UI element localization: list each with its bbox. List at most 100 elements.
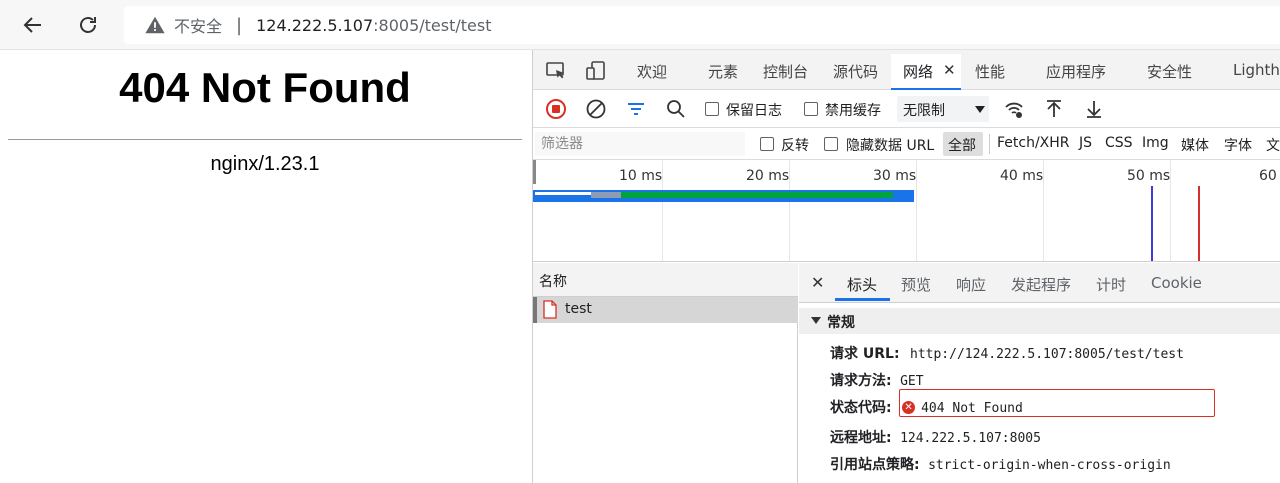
overview-handle[interactable] (533, 160, 536, 184)
close-detail-icon[interactable]: ✕ (811, 273, 824, 292)
request-detail: ✕ 标头 预览 响应 发起程序 计时 Cookie 常规 请求 URL: htt… (799, 263, 1280, 483)
type-filter-doc[interactable]: 文 (1266, 135, 1280, 155)
request-list-header[interactable]: 名称 (533, 263, 798, 297)
tab-timing[interactable]: 计时 (1096, 274, 1126, 295)
search-icon[interactable] (665, 98, 687, 120)
tick-label: 50 ms (1127, 168, 1171, 184)
error-status-icon: ✕ (902, 401, 916, 414)
detail-tab-strip: ✕ 标头 预览 响应 发起程序 计时 Cookie (799, 263, 1280, 303)
tab-response[interactable]: 响应 (956, 274, 986, 295)
request-url-label: 请求 URL: (830, 346, 900, 362)
tab-sources[interactable]: 源代码 (833, 61, 878, 82)
browser-toolbar: 不安全 | 124.222.5.107:8005/test/test (0, 0, 1280, 50)
security-label[interactable]: 不安全 (174, 13, 222, 37)
tab-headers[interactable]: 标头 (847, 274, 877, 295)
tab-cookie[interactable]: Cookie (1151, 274, 1202, 292)
tick-label: 10 ms (619, 168, 663, 184)
hide-data-urls-checkbox[interactable] (824, 137, 838, 151)
request-list: 名称 test (533, 263, 798, 483)
tab-network[interactable]: 网络 (903, 61, 933, 82)
reload-icon (80, 17, 96, 33)
invert-checkbox[interactable] (760, 137, 774, 151)
devtools-tab-strip: 欢迎 元素 控制台 源代码 网络 ✕ 性能 应用程序 安全性 Lighthous… (533, 50, 1280, 90)
type-filter-font[interactable]: 字体 (1224, 135, 1252, 155)
network-conditions-icon[interactable] (1003, 98, 1025, 120)
close-tab-icon[interactable]: ✕ (943, 61, 956, 79)
detail-active-underline (835, 298, 890, 301)
remote-address-label: 远程地址: (830, 430, 892, 446)
tick-label: 40 ms (1000, 168, 1044, 184)
remote-address-value[interactable]: 124.222.5.107:8005 (900, 431, 1041, 446)
preserve-log-label[interactable]: 保留日志 (726, 100, 782, 120)
type-filter-css[interactable]: CSS (1105, 135, 1133, 151)
export-har-icon[interactable] (1083, 98, 1105, 120)
referrer-policy-label: 引用站点策略: (830, 457, 920, 473)
request-bar-stalled (535, 192, 591, 195)
chevron-down-icon (975, 106, 985, 113)
type-filter-fetch-xhr[interactable]: Fetch/XHR (997, 135, 1070, 151)
general-section-header[interactable]: 常规 (799, 308, 1280, 334)
address-bar[interactable]: 不安全 | 124.222.5.107:8005/test/test (124, 6, 1280, 44)
request-url-value[interactable]: http://124.222.5.107:8005/test/test (910, 347, 1184, 362)
request-bar-waiting (621, 192, 893, 198)
throttling-select[interactable]: 无限制 (897, 96, 989, 122)
tab-lighthouse[interactable]: Lighthouse (1233, 61, 1280, 79)
general-section-title: 常规 (827, 315, 855, 331)
tick-label: 20 ms (746, 168, 790, 184)
tab-elements[interactable]: 元素 (708, 61, 738, 82)
type-filter-all[interactable]: 全部 (948, 135, 976, 155)
clear-icon[interactable] (585, 98, 607, 120)
filter-bar: 反转 隐藏数据 URL 全部 Fetch/XHR JS CSS Img 媒体 字… (533, 128, 1280, 160)
tab-console[interactable]: 控制台 (763, 61, 808, 82)
import-har-icon[interactable] (1043, 98, 1065, 120)
tab-initiator[interactable]: 发起程序 (1011, 274, 1071, 295)
request-row[interactable]: test (533, 297, 798, 323)
type-filter-img[interactable]: Img (1142, 135, 1169, 151)
collapse-triangle-icon (811, 317, 821, 324)
invert-label[interactable]: 反转 (781, 135, 809, 155)
method-row: 请求方法: GET (830, 370, 924, 390)
disable-cache-label[interactable]: 禁用缓存 (825, 100, 881, 120)
type-filter-js[interactable]: JS (1079, 135, 1092, 151)
filter-icon[interactable] (625, 98, 647, 120)
request-name: test (565, 301, 592, 317)
tab-welcome[interactable]: 欢迎 (637, 61, 667, 82)
warning-icon[interactable] (144, 14, 166, 36)
page-heading: 404 Not Found (119, 64, 411, 111)
disable-cache-checkbox[interactable] (804, 102, 818, 116)
page-viewport: 404 Not Found nginx/1.23.1 (0, 50, 532, 483)
back-button[interactable] (19, 11, 47, 39)
file-error-icon (543, 300, 557, 319)
inspect-element-icon[interactable] (545, 60, 567, 82)
preserve-log-checkbox[interactable] (705, 102, 719, 116)
device-toolbar-icon[interactable] (585, 60, 607, 82)
type-filter-media[interactable]: 媒体 (1181, 135, 1209, 155)
remote-address-row: 远程地址: 124.222.5.107:8005 (830, 427, 1041, 447)
status-value[interactable]: 404 Not Found (921, 401, 1023, 416)
method-label: 请求方法: (830, 373, 892, 389)
network-overview[interactable]: 10 ms 20 ms 30 ms 40 ms 50 ms 60 m (533, 160, 1280, 262)
filter-input[interactable] (535, 132, 745, 156)
server-signature: nginx/1.23.1 (210, 153, 320, 175)
tab-security[interactable]: 安全性 (1147, 61, 1192, 82)
network-toolbar: 保留日志 禁用缓存 无限制 (533, 90, 1280, 128)
url-host[interactable]: 124.222.5.107 (256, 16, 373, 35)
tab-application[interactable]: 应用程序 (1046, 61, 1106, 82)
tick-label: 30 ms (873, 168, 917, 184)
status-label: 状态代码: (830, 400, 892, 416)
back-arrow-icon (23, 17, 41, 33)
url-path[interactable]: :8005/test/test (373, 16, 491, 35)
hide-data-urls-label[interactable]: 隐藏数据 URL (846, 135, 934, 155)
method-value[interactable]: GET (900, 374, 923, 389)
request-bar-queue (591, 192, 621, 198)
devtools-panel: 欢迎 元素 控制台 源代码 网络 ✕ 性能 应用程序 安全性 Lighthous… (532, 50, 1280, 483)
column-name: 名称 (539, 274, 567, 290)
referrer-policy-value[interactable]: strict-origin-when-cross-origin (928, 458, 1171, 473)
record-icon[interactable] (545, 98, 567, 120)
tab-preview[interactable]: 预览 (901, 274, 931, 295)
referrer-policy-row: 引用站点策略: strict-origin-when-cross-origin (830, 454, 1171, 474)
filter-separator (989, 134, 990, 154)
tab-performance[interactable]: 性能 (975, 61, 1005, 82)
divider (8, 139, 522, 140)
reload-button[interactable] (74, 11, 102, 39)
